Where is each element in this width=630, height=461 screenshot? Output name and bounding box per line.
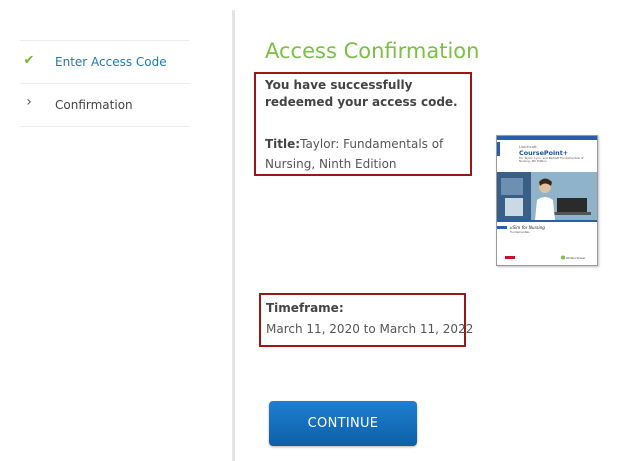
step-enter-access-code[interactable]: ✔ Enter Access Code (20, 41, 190, 84)
cover-subtitle: For Taylor, Lynn, and Bartlett Fundament… (519, 157, 584, 164)
step-label: Confirmation (55, 98, 133, 112)
book-cover-art: Lippincott CoursePoint+ For Taylor, Lynn… (497, 136, 597, 265)
book-title: Title:Taylor: Fundamentals of Nursing, N… (265, 134, 470, 174)
timeframe-label: Timeframe: (266, 301, 344, 315)
cover-publisher: Wolters Kluwer (566, 256, 586, 260)
continue-button[interactable]: CONTINUE (269, 401, 417, 446)
timeframe-value: March 11, 2020 to March 11, 2022 (266, 322, 474, 336)
success-message: You have successfully redeemed your acce… (265, 78, 458, 109)
chevron-right-icon: › (26, 94, 32, 110)
sidebar: ✔ Enter Access Code › Confirmation (0, 0, 232, 461)
vertical-divider (232, 10, 235, 461)
book-cover-image: Lippincott CoursePoint+ For Taylor, Lynn… (496, 135, 598, 266)
cover-product: CoursePoint+ (519, 149, 568, 157)
page-title: Access Confirmation (265, 39, 480, 63)
step-label: Enter Access Code (55, 55, 167, 69)
cover-sim-sub: Fundamentals (510, 230, 530, 234)
step-list: ✔ Enter Access Code › Confirmation (20, 40, 190, 127)
book-title-label: Title: (265, 137, 301, 151)
check-icon: ✔ (23, 53, 35, 68)
step-confirmation[interactable]: › Confirmation (20, 84, 190, 127)
